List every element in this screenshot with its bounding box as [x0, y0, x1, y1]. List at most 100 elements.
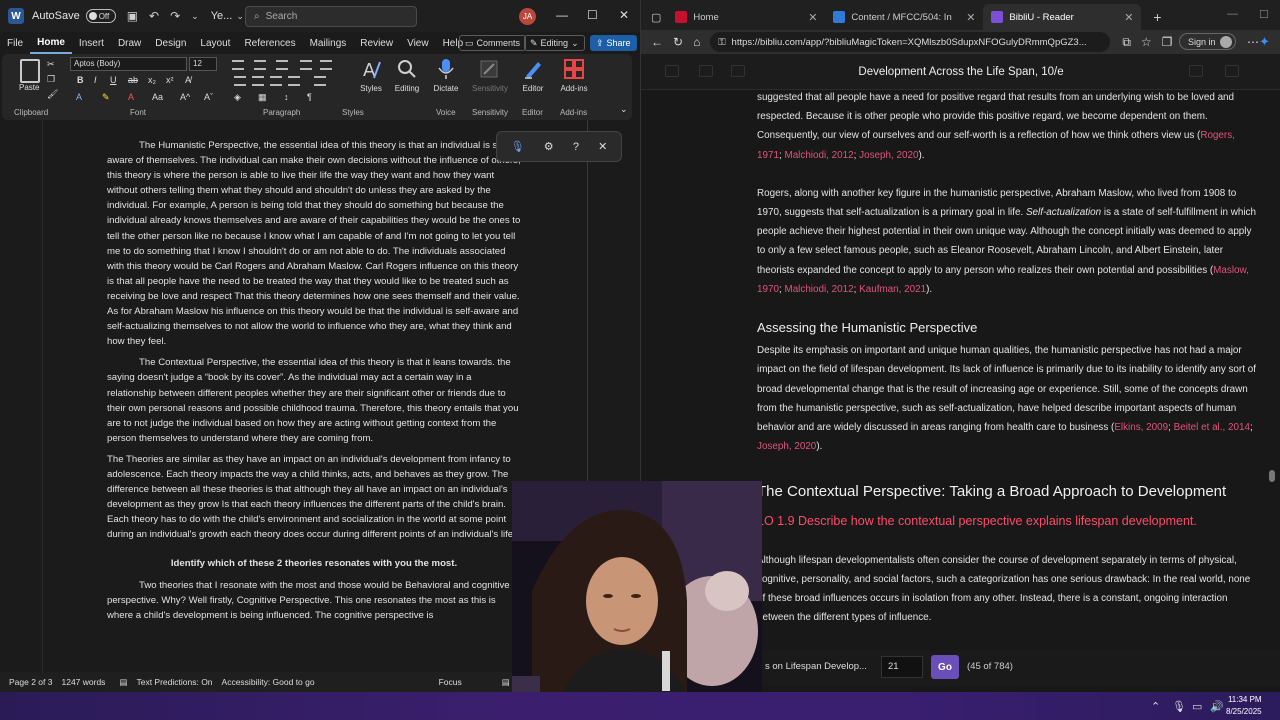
- redo-icon[interactable]: ↷: [170, 9, 180, 23]
- close-icon[interactable]: ✕: [619, 8, 629, 22]
- network-icon[interactable]: ▭: [1192, 700, 1202, 713]
- menu-insert[interactable]: Insert: [72, 32, 111, 54]
- citation-link[interactable]: Joseph, 2020: [859, 150, 918, 161]
- accessibility-status[interactable]: Accessibility: Good to go: [222, 677, 315, 687]
- tab-close-icon[interactable]: ✕: [808, 11, 817, 24]
- doc-heading[interactable]: Identify which of these 2 theories reson…: [107, 556, 521, 571]
- menu-draw[interactable]: Draw: [111, 32, 148, 54]
- borders-icon[interactable]: ▦: [258, 92, 267, 103]
- document-body[interactable]: The Humanistic Perspective, the essentia…: [107, 138, 521, 629]
- document-page[interactable]: The Humanistic Perspective, the essentia…: [42, 120, 588, 672]
- reader-scrollbar[interactable]: [1269, 94, 1275, 682]
- subscript-icon[interactable]: x₂: [148, 75, 156, 85]
- extensions-icon[interactable]: ⧉: [1122, 35, 1131, 50]
- read-mode-icon[interactable]: ▤: [502, 677, 510, 688]
- reader-paragraph[interactable]: Rogers, along with another key figure in…: [757, 184, 1257, 299]
- system-clock[interactable]: 11:34 PM 8/25/2025: [1226, 694, 1262, 718]
- superscript-icon[interactable]: x²: [166, 75, 174, 85]
- menu-view[interactable]: View: [400, 32, 436, 54]
- tab-actions-icon[interactable]: ▢: [651, 11, 661, 24]
- highlight-icon[interactable]: ✎: [102, 92, 110, 103]
- menu-layout[interactable]: Layout: [193, 32, 237, 54]
- site-info-icon[interactable]: ⚿: [718, 37, 725, 48]
- font-name-box[interactable]: Aptos (Body): [70, 57, 187, 71]
- help-icon[interactable]: ?: [573, 141, 579, 153]
- tab-content[interactable]: Content / MFCC/504: Individual ✕: [825, 4, 983, 30]
- focus-mode[interactable]: Focus: [439, 677, 462, 687]
- editing-mode-button[interactable]: ✎ Editing ⌄: [524, 35, 585, 51]
- minimize-icon[interactable]: —: [556, 8, 568, 22]
- menu-review[interactable]: Review: [353, 32, 400, 54]
- menu-references[interactable]: References: [237, 32, 302, 54]
- strikethrough-icon[interactable]: ab: [128, 75, 138, 85]
- dictation-settings-icon[interactable]: ⚙: [544, 140, 554, 153]
- align-right-icon[interactable]: [270, 76, 282, 86]
- reader-paragraph[interactable]: Although lifespan developmentalists ofte…: [757, 551, 1257, 628]
- citation-link[interactable]: Kaufman, 2021: [859, 284, 926, 295]
- cut-icon[interactable]: ✂: [47, 59, 55, 70]
- undo-icon[interactable]: ↶: [149, 9, 159, 23]
- refresh-icon[interactable]: ↻: [673, 35, 683, 49]
- url-field[interactable]: ⚿ https://bibliu.com/app/?bibliuMagicTok…: [710, 32, 1111, 52]
- text-effects-icon[interactable]: A: [76, 92, 82, 102]
- paste-label[interactable]: Paste: [19, 83, 39, 92]
- format-painter-icon[interactable]: 🖌: [47, 89, 58, 100]
- menu-mailings[interactable]: Mailings: [303, 32, 354, 54]
- align-left-icon[interactable]: [234, 76, 246, 86]
- word-search-box[interactable]: ⌕ Search: [245, 6, 417, 27]
- citation-link[interactable]: Malchiodi, 2012: [784, 150, 853, 161]
- font-size-box[interactable]: 12: [189, 57, 217, 71]
- shading-icon[interactable]: ◈: [234, 92, 241, 103]
- font-color-icon[interactable]: A: [128, 92, 134, 102]
- tab-home[interactable]: Home ✕: [667, 4, 825, 30]
- decrease-indent-icon[interactable]: [300, 60, 312, 70]
- more-options-icon[interactable]: ⋯: [1247, 35, 1259, 49]
- sign-in-button[interactable]: Sign in: [1179, 33, 1236, 50]
- tab-close-icon[interactable]: ✕: [1124, 11, 1133, 24]
- reader-paragraph[interactable]: Despite its emphasis on important and un…: [757, 341, 1257, 456]
- browser-minimize-icon[interactable]: —: [1227, 8, 1238, 20]
- citation-link[interactable]: Joseph, 2020: [757, 441, 816, 452]
- menu-home[interactable]: Home: [30, 32, 72, 54]
- favorites-icon[interactable]: ☆: [1141, 35, 1152, 49]
- citation-link[interactable]: Malchiodi, 2012: [784, 284, 853, 295]
- text-predictions[interactable]: Text Predictions: On: [136, 677, 212, 687]
- editor-button[interactable]: Editor: [516, 58, 550, 93]
- change-case-icon[interactable]: Aa: [152, 92, 163, 102]
- paste-icon[interactable]: [20, 59, 40, 83]
- tab-bibliu-reader[interactable]: BibliU - Reader ✕: [983, 4, 1142, 30]
- home-icon[interactable]: ⌂: [693, 35, 700, 49]
- copy-icon[interactable]: ❐: [47, 74, 55, 85]
- justify-icon[interactable]: [288, 76, 300, 86]
- copilot-icon[interactable]: ✦: [1259, 34, 1270, 50]
- back-icon[interactable]: ←: [651, 35, 663, 49]
- go-button[interactable]: Go: [931, 655, 959, 679]
- align-center-icon[interactable]: [252, 76, 264, 86]
- sort-icon[interactable]: ↕: [284, 92, 289, 102]
- word-count[interactable]: 1247 words: [61, 677, 105, 687]
- doc-chevron-icon[interactable]: ⌄: [236, 11, 244, 22]
- collections-icon[interactable]: ❐: [1162, 35, 1173, 49]
- tab-close-icon[interactable]: ✕: [966, 11, 975, 24]
- collapse-ribbon-icon[interactable]: ⌄: [620, 104, 628, 115]
- show-marks-icon[interactable]: ¶: [307, 92, 312, 102]
- reader-content[interactable]: suggested that all people have a need fo…: [757, 88, 1257, 647]
- new-tab-icon[interactable]: +: [1153, 9, 1161, 25]
- menu-file[interactable]: File: [0, 32, 30, 54]
- bookmark-icon[interactable]: [1225, 65, 1239, 77]
- dictate-button[interactable]: Dictate: [429, 58, 463, 93]
- volume-icon[interactable]: 🔊: [1210, 700, 1224, 713]
- page-count[interactable]: Page 2 of 3: [9, 677, 52, 687]
- browser-maximize-icon[interactable]: ☐: [1259, 8, 1269, 21]
- document-name[interactable]: Ye...: [211, 10, 233, 22]
- bold-icon[interactable]: B: [77, 75, 84, 85]
- share-button[interactable]: ⇪ Share: [590, 35, 637, 51]
- menu-design[interactable]: Design: [148, 32, 193, 54]
- search-icon[interactable]: [731, 65, 745, 77]
- toc-icon[interactable]: [665, 65, 679, 77]
- save-icon[interactable]: ▣: [127, 9, 138, 23]
- microphone-tray-icon[interactable]: 🎙: [1172, 700, 1186, 713]
- scroll-thumb[interactable]: [1269, 470, 1275, 482]
- account-avatar[interactable]: JA: [519, 8, 536, 25]
- dictation-close-icon[interactable]: ✕: [598, 140, 607, 153]
